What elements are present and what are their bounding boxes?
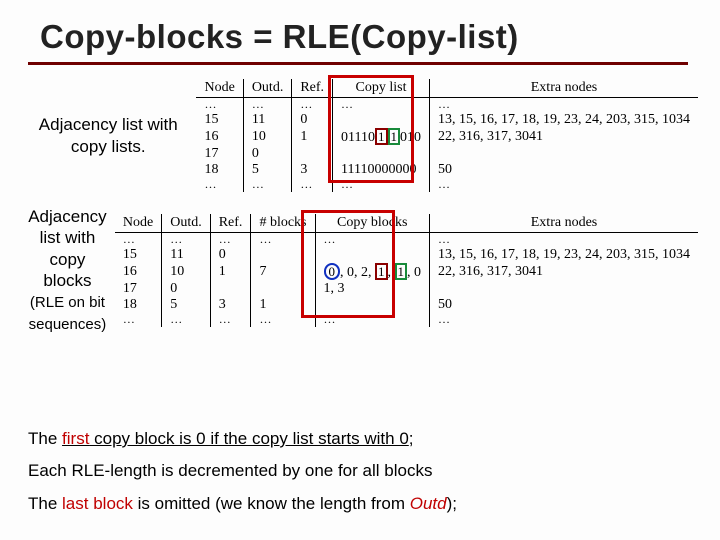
caption-copy-blocks: Adjacency list with copy blocks (RLE on … (28, 206, 115, 335)
col-node: Node (196, 79, 243, 98)
first-block-ellipse: 0 (324, 263, 341, 280)
col-extra: Extra nodes (430, 79, 699, 98)
note-line: Each RLE-length is decremented by one fo… (28, 455, 698, 487)
bit-red: 1 (375, 128, 388, 145)
bit-green: 1 (388, 128, 401, 145)
caption-sub: (RLE on bit sequences) (29, 294, 107, 333)
col-copyblocks: Copy blocks (315, 214, 430, 233)
table-header-row: Node Outd. Ref. Copy list Extra nodes (196, 79, 698, 98)
col-copy: Copy list (333, 79, 430, 98)
table-row: 18 5 3 11110000000 50 (196, 162, 698, 178)
table-copy-lists: Node Outd. Ref. Copy list Extra nodes … … (196, 79, 698, 192)
col-ref: Ref. (210, 214, 251, 233)
table-row: 16 10 1 7 0, 0, 2, 1, 1, 0 22, 316, 317,… (115, 263, 698, 281)
caption-line: Adjacency list with (28, 207, 106, 247)
table-row: 15 11 0 13, 15, 16, 17, 18, 19, 23, 24, … (196, 112, 698, 128)
col-ref: Ref. (292, 79, 333, 98)
col-node: Node (115, 214, 162, 233)
caption-line: Adjacency list with (39, 115, 178, 134)
copyblocks-cell: 0, 0, 2, 1, 1, 0 (315, 263, 430, 281)
table-row: 15 11 0 13, 15, 16, 17, 18, 19, 23, 24, … (115, 247, 698, 263)
table-row: … … … … … … (115, 232, 698, 246)
caption-line: copy lists. (71, 137, 146, 156)
note-line: The last block is omitted (we know the l… (28, 488, 698, 520)
col-outd: Outd. (162, 214, 211, 233)
col-extra: Extra nodes (430, 214, 699, 233)
block-copy-blocks: Adjacency list with copy blocks (RLE on … (28, 206, 698, 335)
slide: Copy-blocks = RLE(Copy-list) Adjacency l… (0, 0, 720, 540)
slide-title: Copy-blocks = RLE(Copy-list) (40, 18, 698, 56)
table-row: 17 0 (196, 146, 698, 162)
table-row: 18 5 3 1 50 (115, 297, 698, 313)
table-copy-blocks: Node Outd. Ref. # blocks Copy blocks Ext… (115, 214, 698, 327)
table-row: 17 0 1, 3 (115, 281, 698, 297)
notes: The first copy block is 0 if the copy li… (28, 423, 698, 520)
caption-copy-lists: Adjacency list with copy lists. (28, 114, 196, 157)
caption-line: copy blocks (43, 250, 91, 290)
copylist-cell: 0111011010 (333, 128, 430, 146)
title-rule (28, 62, 688, 65)
note-line: The first copy block is 0 if the copy li… (28, 423, 698, 455)
col-nblocks: # blocks (251, 214, 315, 233)
table-row: … … … … … (196, 98, 698, 112)
table-header-row: Node Outd. Ref. # blocks Copy blocks Ext… (115, 214, 698, 233)
block-copy-lists: Adjacency list with copy lists. Node Out… (28, 79, 698, 192)
col-outd: Outd. (243, 79, 292, 98)
table-row: 16 10 1 0111011010 22, 316, 317, 3041 (196, 128, 698, 146)
val-red: 1 (375, 263, 388, 280)
table-row: … … … … … … (115, 313, 698, 327)
val-green: 1 (395, 263, 408, 280)
table-row: … … … … … (196, 178, 698, 192)
